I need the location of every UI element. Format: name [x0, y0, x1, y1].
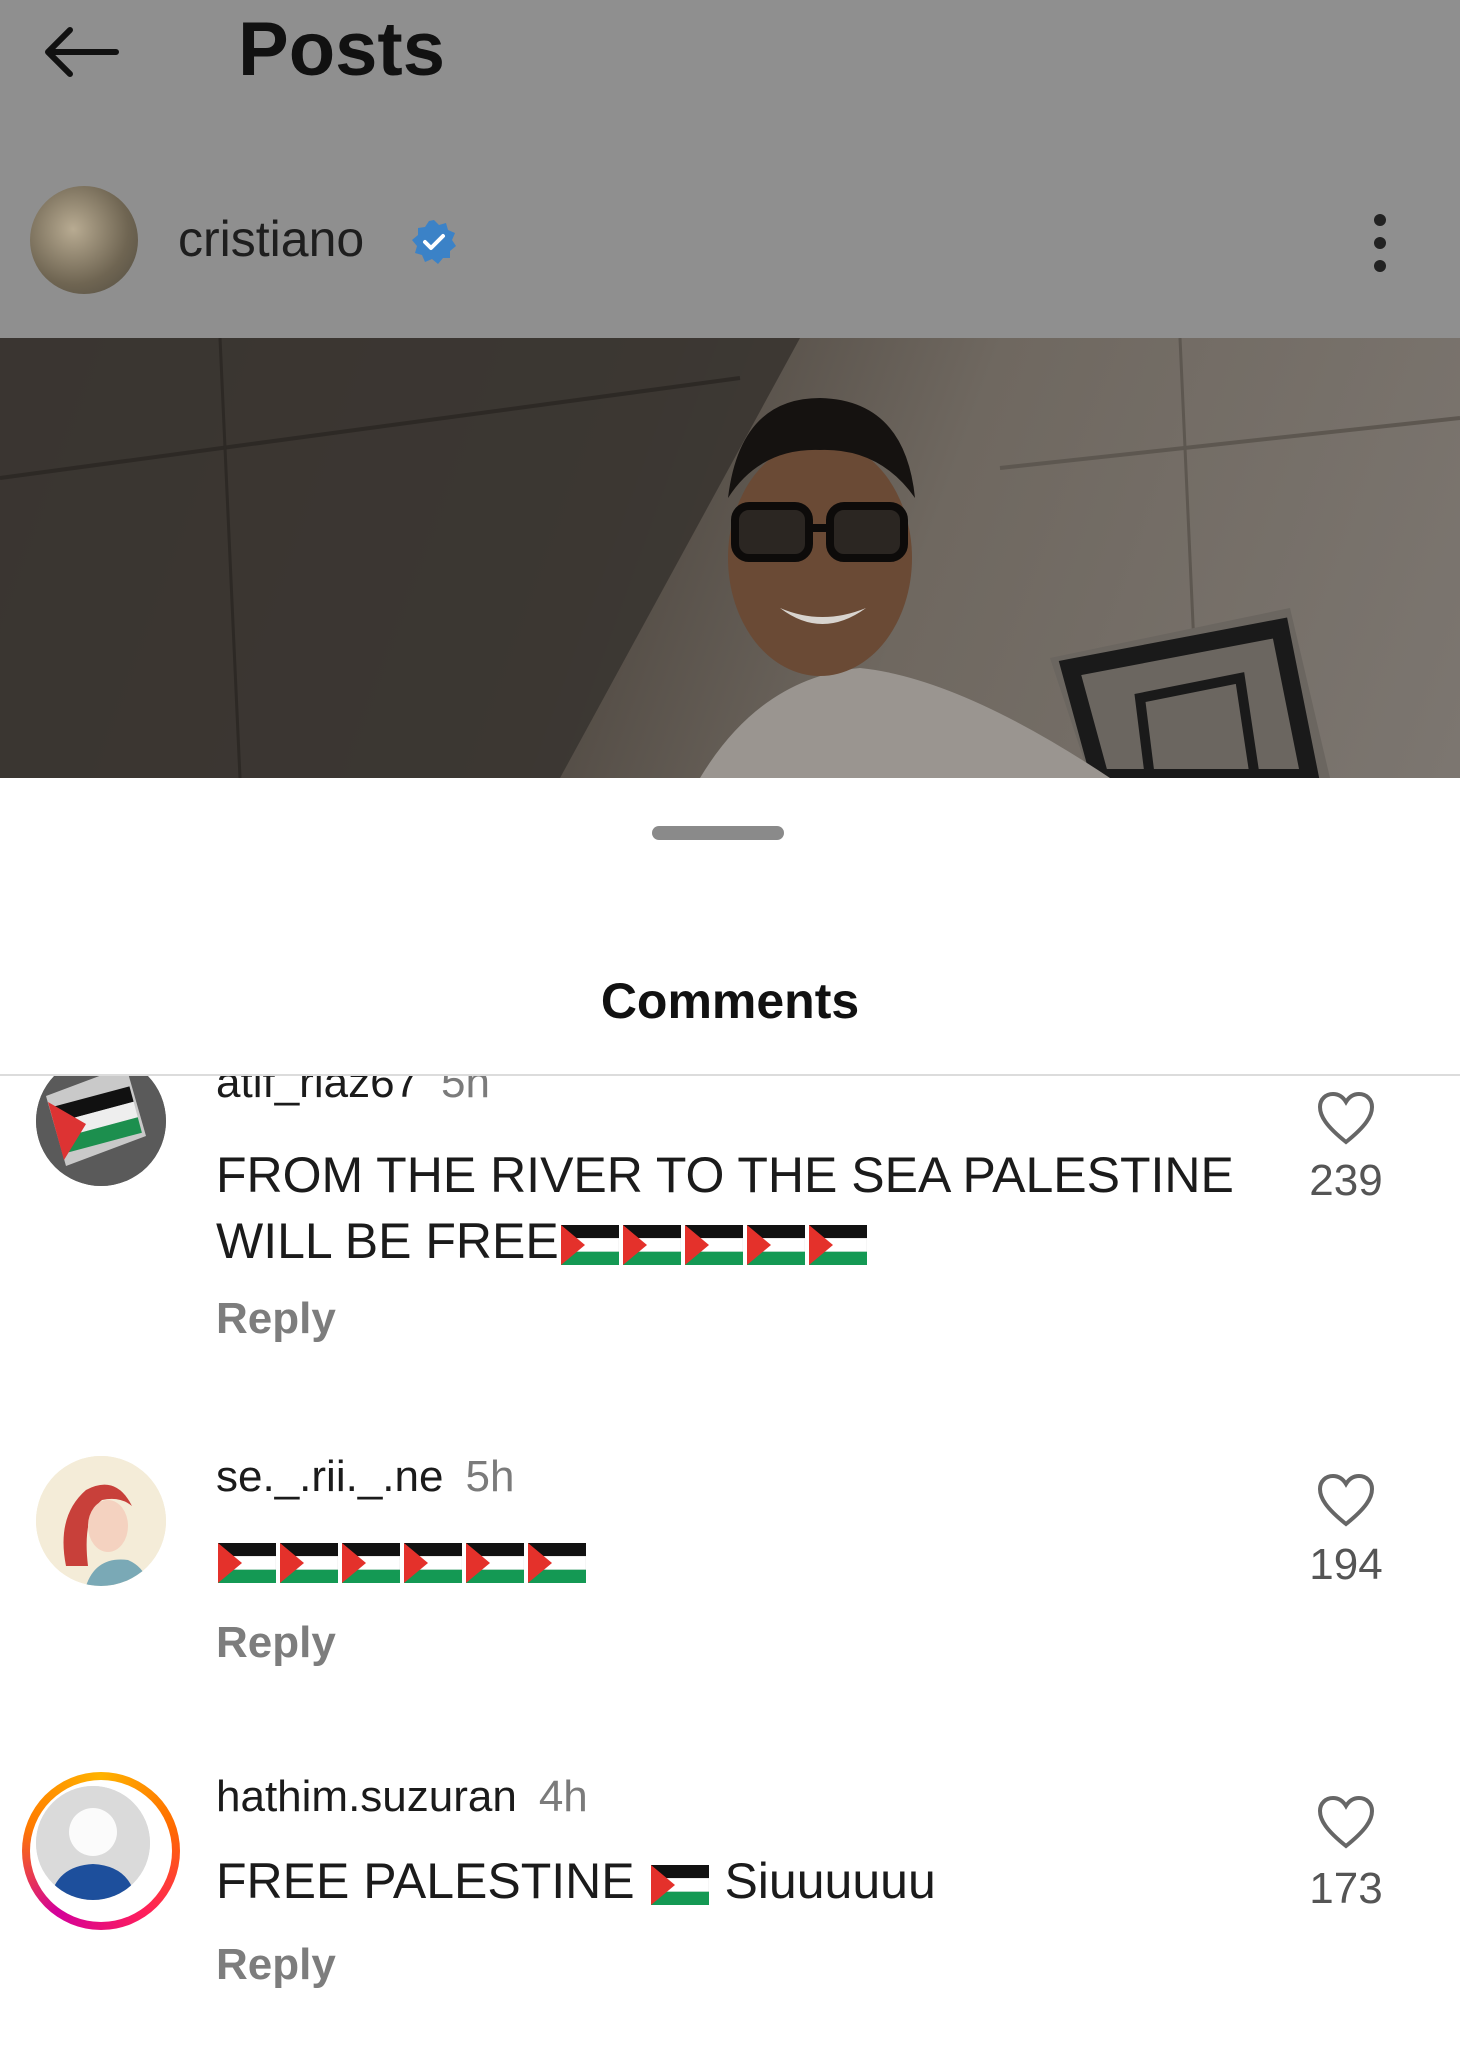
- palestine-flag-emoji: [404, 1542, 462, 1583]
- commenter-avatar[interactable]: [36, 1786, 150, 1900]
- comment-time: 5h: [441, 1076, 490, 1107]
- like-count: 173: [1309, 1864, 1383, 1913]
- page-title: Posts: [238, 7, 445, 92]
- post-photo-illustration: [0, 338, 1460, 778]
- comment-text: FROM THE RIVER TO THE SEA PALESTINE WILL…: [216, 1142, 1266, 1274]
- palestine-flag-emojis: [216, 1531, 588, 1587]
- palestine-flag-emoji: [684, 1224, 743, 1265]
- comment-text-part-b: Siuuuuuu: [724, 1853, 936, 1909]
- palestine-flag-emoji: [218, 1542, 276, 1583]
- avatar-illustration: [36, 1456, 166, 1586]
- sheet-drag-handle[interactable]: [652, 826, 784, 840]
- comment-username-text[interactable]: se._.rii._.ne: [216, 1452, 443, 1501]
- palestine-flag-emoji: [342, 1542, 400, 1583]
- palestine-flag-emojis: [559, 1213, 869, 1269]
- comment-username[interactable]: atif_riaz67 5h: [216, 1076, 490, 1108]
- comment-time: 5h: [465, 1452, 515, 1501]
- comment-text-part-a: FREE PALESTINE: [216, 1853, 635, 1909]
- commenter-avatar[interactable]: [36, 1456, 166, 1586]
- verified-badge-icon: [412, 220, 456, 264]
- reply-button[interactable]: Reply: [216, 1618, 336, 1668]
- post-username[interactable]: cristiano: [178, 210, 364, 268]
- commenter-avatar[interactable]: [36, 1076, 166, 1186]
- comment-item: se._.rii._.ne 5h Reply 194: [0, 1452, 1460, 1692]
- sheet-title: Comments: [600, 973, 860, 1029]
- palestine-flag-emoji: [808, 1224, 867, 1265]
- comment-item: atif_riaz67 5h FROM THE RIVER TO THE SEA …: [0, 1076, 1460, 1366]
- post-header: Posts cristiano: [0, 0, 1460, 338]
- story-ring[interactable]: [22, 1772, 180, 1930]
- palestine-flag-emoji: [746, 1224, 805, 1265]
- like-count: 194: [1309, 1540, 1383, 1589]
- comment-username[interactable]: hathim.suzuran 4h: [216, 1772, 588, 1822]
- avatar[interactable]: [30, 186, 138, 294]
- post-image[interactable]: [0, 338, 1460, 778]
- heart-icon[interactable]: [1316, 1472, 1376, 1528]
- like-count: 239: [1309, 1156, 1383, 1205]
- comment-username-text[interactable]: atif_riaz67: [216, 1076, 419, 1107]
- reply-button[interactable]: Reply: [216, 1294, 336, 1344]
- comment-time: 4h: [538, 1772, 588, 1821]
- palestine-flag-emoji: [560, 1224, 619, 1265]
- palestine-flag-emoji: [649, 1853, 711, 1909]
- palestine-flag-emoji: [528, 1542, 586, 1583]
- default-avatar-icon: [36, 1786, 150, 1900]
- heart-icon[interactable]: [1316, 1794, 1376, 1850]
- comment-username-text[interactable]: hathim.suzuran: [216, 1772, 517, 1821]
- comment-item: hathim.suzuran 4h FREE PALESTINE Siuuuuuu…: [0, 1772, 1460, 2012]
- comment-text: FREE PALESTINE Siuuuuuu: [216, 1848, 1266, 1914]
- palestine-flag-emoji: [622, 1224, 681, 1265]
- palestine-flag-emoji: [466, 1542, 524, 1583]
- palestine-flag-emoji: [280, 1542, 338, 1583]
- reply-button[interactable]: Reply: [216, 1940, 336, 1990]
- heart-icon[interactable]: [1316, 1090, 1376, 1146]
- palestine-flag-emoji: [650, 1864, 709, 1905]
- more-vertical-icon[interactable]: [1360, 210, 1400, 276]
- arrow-left-icon[interactable]: [40, 22, 120, 82]
- avatar-palestine-flag-image: [36, 1076, 166, 1186]
- comment-username[interactable]: se._.rii._.ne 5h: [216, 1452, 514, 1502]
- comment-text: [216, 1526, 1266, 1592]
